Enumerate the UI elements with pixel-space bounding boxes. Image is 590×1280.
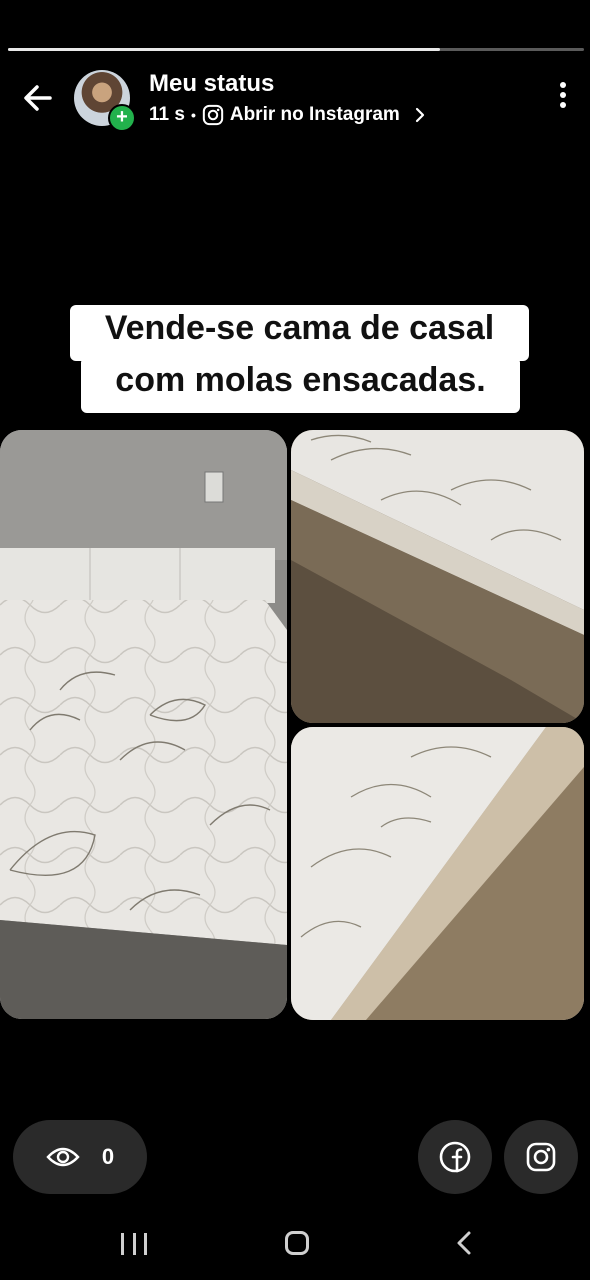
- status-title: Meu status: [149, 70, 275, 97]
- open-instagram-link[interactable]: Abrir no Instagram: [202, 104, 426, 126]
- open-instagram-label: Abrir no Instagram: [229, 104, 400, 125]
- back-nav-icon[interactable]: [454, 1229, 474, 1257]
- status-progress-fill: [8, 48, 440, 51]
- views-button[interactable]: 0: [13, 1120, 147, 1194]
- status-meta: 11 s • Abrir no Instagram: [149, 104, 426, 126]
- mattress-photo-main[interactable]: [0, 430, 287, 1019]
- share-instagram-button[interactable]: [504, 1120, 578, 1194]
- views-count: 0: [101, 1144, 115, 1169]
- share-facebook-button[interactable]: [418, 1120, 492, 1194]
- instagram-icon: [202, 104, 224, 126]
- caption-line-1: Vende-se cama de casal: [70, 305, 529, 361]
- mattress-photo-corner-top[interactable]: [291, 430, 584, 723]
- mattress-photo-corner-bottom[interactable]: [291, 727, 584, 1020]
- chevron-right-icon: [415, 107, 424, 123]
- caption-line-2: com molas ensacadas.: [81, 357, 520, 413]
- facebook-icon: [439, 1141, 471, 1173]
- status-time: 11 s: [149, 104, 185, 125]
- home-icon[interactable]: [285, 1231, 309, 1255]
- arrow-left-icon[interactable]: [18, 78, 58, 118]
- more-vertical-icon[interactable]: [556, 82, 570, 112]
- add-status-badge[interactable]: +: [108, 104, 136, 132]
- status-header: + Meu status 11 s • Abrir no Instagram: [0, 62, 590, 132]
- status-progress-bar: [8, 48, 584, 51]
- eye-icon: [46, 1147, 80, 1167]
- system-navigation-bar: [0, 1215, 590, 1275]
- instagram-icon: [526, 1142, 556, 1172]
- recent-apps-icon[interactable]: [121, 1233, 147, 1255]
- meta-separator: •: [190, 107, 196, 123]
